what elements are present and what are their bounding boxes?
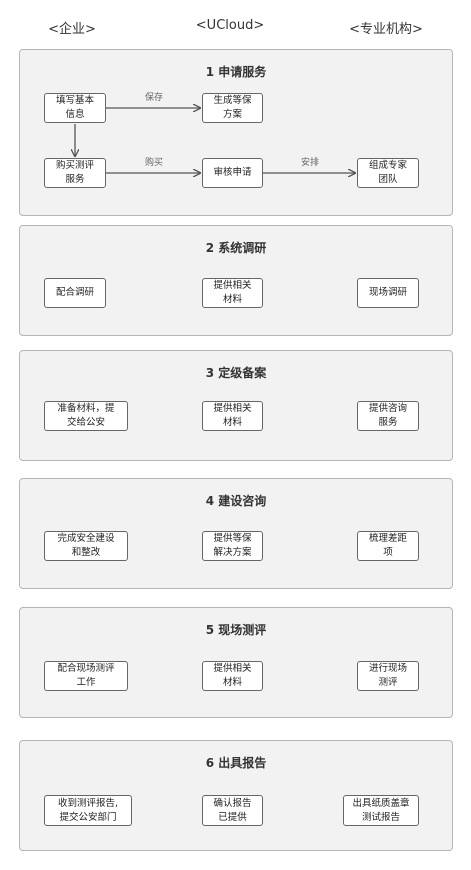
node-enterprise: 准备材料，提 交给公安 xyxy=(44,401,128,431)
edge-label-arrange: 安排 xyxy=(300,158,319,168)
node-buy-evaluation: 购买测评 服务 xyxy=(44,158,106,188)
panel-title: 4 建设咨询 xyxy=(205,494,267,508)
node-fill-basic-info: 填写基本 信息 xyxy=(44,93,106,123)
node-enterprise: 配合现场测评 工作 xyxy=(44,661,128,691)
panel-title: 3 定级备案 xyxy=(205,366,267,380)
panel-apply-service: 1 申请服务 保存 购买 安排 填写基本 信息 生成等保 方案 购买测评 服务 … xyxy=(19,49,453,216)
column-header-ucloud: <UCloud> xyxy=(195,18,265,33)
panel-title: 2 系统调研 xyxy=(205,241,267,255)
edge-label-save: 保存 xyxy=(144,93,163,103)
column-header-agency: <专业机构> xyxy=(349,22,423,37)
panel-title: 6 出具报告 xyxy=(205,756,267,770)
panel-onsite-evaluation: 5 现场测评 配合现场测评 工作 提供相关 材料 进行现场 测评 xyxy=(19,607,453,718)
node-enterprise: 配合调研 xyxy=(44,278,106,308)
node-ucloud: 提供等保 解决方案 xyxy=(202,531,263,561)
node-agency: 进行现场 测评 xyxy=(357,661,419,691)
panel-grading-filing: 3 定级备案 准备材料，提 交给公安 提供相关 材料 提供咨询 服务 xyxy=(19,350,453,461)
panel-construction-consulting: 4 建设咨询 完成安全建设 和整改 提供等保 解决方案 梳理差距 项 xyxy=(19,478,453,589)
node-agency: 梳理差距 项 xyxy=(357,531,419,561)
panel-issue-report: 6 出具报告 收到测评报告, 提交公安部门 确认报告 已提供 出具纸质盖章 测试… xyxy=(19,740,453,851)
node-generate-plan: 生成等保 方案 xyxy=(202,93,263,123)
node-ucloud: 确认报告 已提供 xyxy=(202,795,263,826)
panel-system-survey: 2 系统调研 配合调研 提供相关 材料 现场调研 xyxy=(19,225,453,336)
panel-title: 5 现场测评 xyxy=(205,623,267,637)
node-agency: 现场调研 xyxy=(357,278,419,308)
node-ucloud: 提供相关 材料 xyxy=(202,401,263,431)
flow-edges xyxy=(20,50,452,215)
node-ucloud: 提供相关 材料 xyxy=(202,661,263,691)
column-header-enterprise: <企业> xyxy=(48,22,96,37)
node-enterprise: 收到测评报告, 提交公安部门 xyxy=(44,795,132,826)
node-enterprise: 完成安全建设 和整改 xyxy=(44,531,128,561)
edge-label-buy: 购买 xyxy=(144,158,163,168)
node-agency: 提供咨询 服务 xyxy=(357,401,419,431)
node-expert-team: 组成专家 团队 xyxy=(357,158,419,188)
node-review-application: 审核申请 xyxy=(202,158,263,188)
node-agency: 出具纸质盖章 测试报告 xyxy=(343,795,419,826)
node-ucloud: 提供相关 材料 xyxy=(202,278,263,308)
